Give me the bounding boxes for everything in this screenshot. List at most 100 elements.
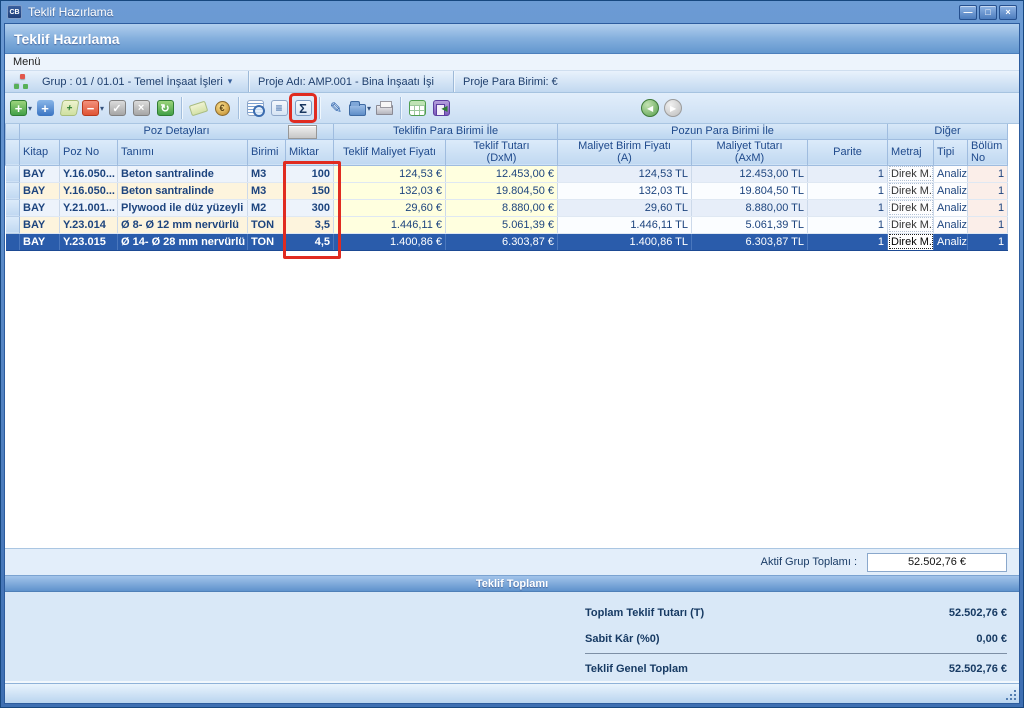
column-header-miktar[interactable]: Miktar (286, 139, 334, 165)
grid-row-1[interactable]: BAYY.16.050...Beton santralindeM3100124,… (6, 165, 1008, 182)
dropdown-caret-icon[interactable]: ▾ (28, 104, 32, 113)
cell-birimi-r4[interactable]: TON (248, 216, 286, 233)
cell-birimi-r3[interactable]: M2 (248, 199, 286, 216)
row-indicator[interactable] (6, 216, 20, 233)
cell-bölüm-no-r1[interactable]: 1 (968, 165, 1008, 182)
grid-row-2[interactable]: BAYY.16.050...Beton santralindeM3150 132,… (6, 182, 1008, 199)
cell-birimi-r1[interactable]: M3 (248, 165, 286, 182)
grid-row-4[interactable]: BAYY.23.014Ø 8- Ø 12 mm nervürlüTON3,51.… (6, 216, 1008, 233)
cell-tanımı-r2[interactable]: Beton santralinde (118, 182, 248, 199)
print-icon-button[interactable] (373, 96, 395, 120)
cell-parite-r2[interactable]: 1 (808, 182, 888, 199)
cell-poz-no-r2[interactable]: Y.16.050... (60, 182, 118, 199)
grid-row-3[interactable]: BAYY.21.001...Plywood ile düz yüzeyliM23… (6, 199, 1008, 216)
measurement-icon-button[interactable]: ✎ (325, 96, 347, 120)
exit-icon-button[interactable] (430, 96, 452, 120)
cell-kitap-r3[interactable]: BAY (20, 199, 60, 216)
cell-miktar-r2[interactable]: 150 (286, 182, 334, 199)
cell-maliyet-tutarı-axm-r2[interactable]: 19.804,50 TL (692, 182, 808, 199)
cell-tanımı-r3[interactable]: Plywood ile düz yüzeyli (118, 199, 248, 216)
add-child-row-icon-button[interactable]: + (34, 96, 56, 120)
cell-metraj-r5[interactable]: Direk M... (888, 233, 934, 250)
cell-maliyet-birim-fiyatı-a-r5[interactable]: 1.400,86 TL (558, 233, 692, 250)
cell-kitap-r1[interactable]: BAY (20, 165, 60, 182)
cell-tipi-r3[interactable]: Analiz (934, 199, 968, 216)
cell-parite-r1[interactable]: 1 (808, 165, 888, 182)
cell-teklif-tutarı-dxm-r3[interactable]: 8.880,00 € (446, 199, 558, 216)
cell-parite-r4[interactable]: 1 (808, 216, 888, 233)
cell-metraj-r4[interactable]: Direk M... (888, 216, 934, 233)
cell-poz-no-r3[interactable]: Y.21.001... (60, 199, 118, 216)
cell-tipi-r2[interactable]: Analiz (934, 182, 968, 199)
cell-tanımı-r1[interactable]: Beton santralinde (118, 165, 248, 182)
cell-teklif-tutarı-dxm-r4[interactable]: 5.061,39 € (446, 216, 558, 233)
cell-teklif-maliyet-fiyatı-r3[interactable]: 29,60 € (334, 199, 446, 216)
column-header-maliyet-tutarı-axm[interactable]: Maliyet Tutarı (AxM) (692, 139, 808, 165)
cell-birimi-r2[interactable]: M3 (248, 182, 286, 199)
cell-metraj-r3[interactable]: Direk M... (888, 199, 934, 216)
eraser-icon-button[interactable] (187, 96, 209, 120)
cell-maliyet-birim-fiyatı-a-r2[interactable]: 132,03 TL (558, 182, 692, 199)
forward-button[interactable]: ▶ (664, 99, 682, 117)
price-update-icon-button[interactable]: € (211, 96, 233, 120)
folder-icon-button[interactable]: ▾ (349, 96, 371, 120)
delete-row-icon-button[interactable]: −▾ (82, 96, 104, 120)
add-row-icon-button[interactable]: +▾ (10, 96, 32, 120)
cell-kitap-r4[interactable]: BAY (20, 216, 60, 233)
cell-miktar-r1[interactable]: 100 (286, 165, 334, 182)
active-group-total-field[interactable]: 52.502,76 € (867, 553, 1007, 572)
duplicate-row-icon-button[interactable]: + (58, 96, 80, 120)
cell-teklif-maliyet-fiyatı-r4[interactable]: 1.446,11 € (334, 216, 446, 233)
analysis-icon-button[interactable]: ≡ (268, 96, 290, 120)
cell-metraj-r1[interactable]: Direk M... (888, 165, 934, 182)
cell-maliyet-tutarı-axm-r3[interactable]: 8.880,00 TL (692, 199, 808, 216)
column-header-teklif-tutarı-dxm[interactable]: Teklif Tutarı (DxM) (446, 139, 558, 165)
dropdown-caret-icon[interactable]: ▾ (100, 104, 104, 113)
grid-row-5[interactable]: BAYY.23.015Ø 14- Ø 28 mm nervürlüTON4,51… (6, 233, 1008, 250)
cell-poz-no-r4[interactable]: Y.23.014 (60, 216, 118, 233)
cell-maliyet-birim-fiyatı-a-r4[interactable]: 1.446,11 TL (558, 216, 692, 233)
column-header-tipi[interactable]: Tipi (934, 139, 968, 165)
column-header-parite[interactable]: Parite (808, 139, 888, 165)
cell-miktar-r4[interactable]: 3,5 (286, 216, 334, 233)
cell-bölüm-no-r3[interactable]: 1 (968, 199, 1008, 216)
cell-tanımı-r4[interactable]: Ø 8- Ø 12 mm nervürlü (118, 216, 248, 233)
cell-maliyet-birim-fiyatı-a-r1[interactable]: 124,53 TL (558, 165, 692, 182)
cell-teklif-maliyet-fiyatı-r1[interactable]: 124,53 € (334, 165, 446, 182)
cell-miktar-r3[interactable]: 300 (286, 199, 334, 216)
cell-birimi-r5[interactable]: TON (248, 233, 286, 250)
cell-parite-r5[interactable]: 1 (808, 233, 888, 250)
cell-maliyet-tutarı-axm-r1[interactable]: 12.453,00 TL (692, 165, 808, 182)
column-header-poz-no[interactable]: Poz No (60, 139, 118, 165)
row-indicator[interactable] (6, 199, 20, 216)
menu-item-menu[interactable]: Menü (5, 54, 49, 70)
cell-teklif-tutarı-dxm-r1[interactable]: 12.453,00 € (446, 165, 558, 182)
cell-tipi-r1[interactable]: Analiz (934, 165, 968, 182)
row-indicator[interactable] (6, 165, 20, 182)
column-header-maliyet-birim-fiyatı-a[interactable]: Maliyet Birim Fiyatı (A) (558, 139, 692, 165)
dropdown-caret-icon[interactable]: ▾ (367, 104, 371, 113)
cell-maliyet-tutarı-axm-r4[interactable]: 5.061,39 TL (692, 216, 808, 233)
close-button[interactable]: × (999, 5, 1017, 20)
column-header-tanımı[interactable]: Tanımı (118, 139, 248, 165)
cell-maliyet-tutarı-axm-r5[interactable]: 6.303,87 TL (692, 233, 808, 250)
cell-bölüm-no-r2[interactable]: 1 (968, 182, 1008, 199)
row-indicator[interactable] (6, 182, 20, 199)
cell-tipi-r4[interactable]: Analiz (934, 216, 968, 233)
cell-kitap-r2[interactable]: BAY (20, 182, 60, 199)
cell-teklif-maliyet-fiyatı-r5[interactable]: 1.400,86 € (334, 233, 446, 250)
cell-tipi-r5[interactable]: Analiz (934, 233, 968, 250)
cell-metraj-r2[interactable]: Direk M... (888, 182, 934, 199)
column-header-metraj[interactable]: Metraj (888, 139, 934, 165)
cell-teklif-tutarı-dxm-r2[interactable]: 19.804,50 € (446, 182, 558, 199)
minimize-button[interactable]: — (959, 5, 977, 20)
cell-miktar-r5[interactable]: 4,5 (286, 233, 334, 250)
cell-bölüm-no-r5[interactable]: 1 (968, 233, 1008, 250)
apply-icon-button[interactable]: ✓ (106, 96, 128, 120)
cell-teklif-tutarı-dxm-r5[interactable]: 6.303,87 € (446, 233, 558, 250)
column-header-bölüm-no[interactable]: Bölüm No (968, 139, 1008, 165)
column-header-kitap[interactable]: Kitap (20, 139, 60, 165)
cell-tanımı-r5[interactable]: Ø 14- Ø 28 mm nervürlü (118, 233, 248, 250)
cell-maliyet-birim-fiyatı-a-r3[interactable]: 29,60 TL (558, 199, 692, 216)
report-icon-button[interactable] (406, 96, 428, 120)
